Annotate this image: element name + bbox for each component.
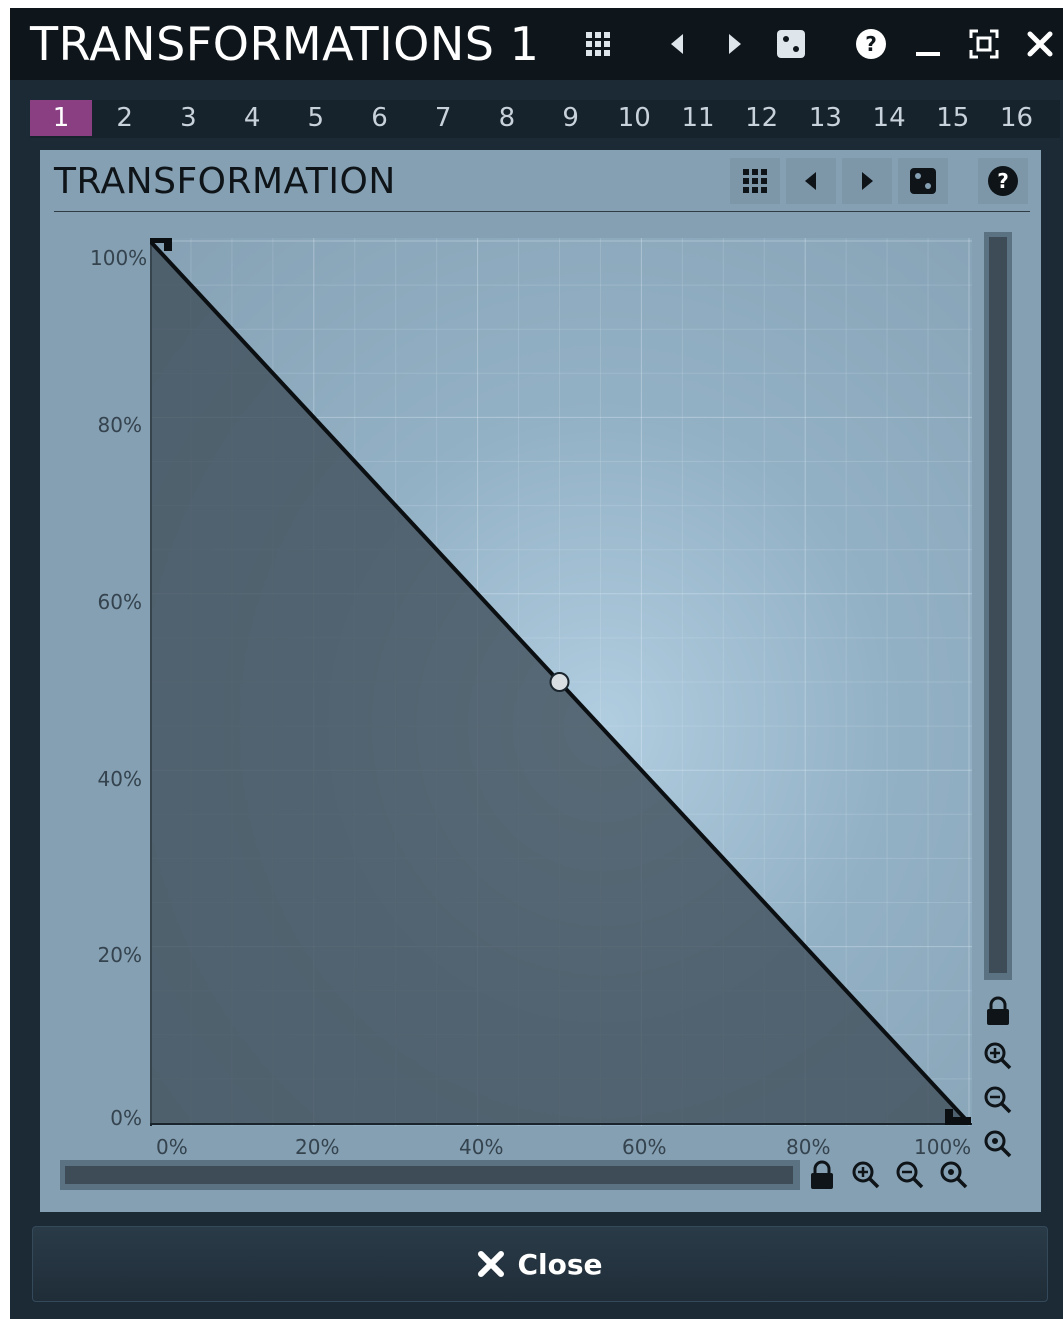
tab-8[interactable]: 8 xyxy=(476,100,538,136)
svg-text:?: ? xyxy=(997,169,1009,193)
vertical-zoom-scrollbar[interactable] xyxy=(984,232,1012,980)
tab-7[interactable]: 7 xyxy=(412,100,474,136)
tab-2[interactable]: 2 xyxy=(94,100,156,136)
vertical-zoom-reset-icon[interactable] xyxy=(981,1127,1015,1161)
y-tick-label: 60% xyxy=(97,590,142,614)
transform-graph[interactable] xyxy=(150,238,972,1126)
vertical-zoom-out-icon[interactable] xyxy=(981,1083,1015,1117)
minimize-icon[interactable] xyxy=(912,28,944,60)
close-x-icon xyxy=(478,1251,505,1277)
x-tick-label: 40% xyxy=(459,1135,504,1159)
panel-divider xyxy=(54,211,1030,212)
y-tick-label: 40% xyxy=(97,767,142,791)
y-tick-label: 80% xyxy=(97,413,142,437)
tab-3[interactable]: 3 xyxy=(157,100,219,136)
horizontal-scroll-thumb[interactable] xyxy=(65,1166,793,1184)
prev-icon[interactable] xyxy=(662,28,694,60)
x-tick-label: 0% xyxy=(156,1135,188,1159)
svg-text:?: ? xyxy=(865,32,877,56)
x-tick-label: 80% xyxy=(786,1135,831,1159)
tab-11[interactable]: 11 xyxy=(667,100,729,136)
tab-16[interactable]: 16 xyxy=(986,100,1048,136)
maximize-icon[interactable] xyxy=(968,28,1000,60)
transformation-panel: TRANSFORMATION ? 100% 80% 60% 40% 20% 0%… xyxy=(40,150,1041,1212)
close-button[interactable]: Close xyxy=(32,1226,1048,1302)
next-icon[interactable] xyxy=(718,28,750,60)
x-tick-label: 60% xyxy=(622,1135,667,1159)
help-icon[interactable]: ? xyxy=(855,28,887,60)
grid-icon[interactable] xyxy=(582,28,614,60)
vertical-lock-icon[interactable] xyxy=(981,994,1015,1028)
panel-help-icon[interactable]: ? xyxy=(978,158,1028,204)
horizontal-zoom-scrollbar[interactable] xyxy=(60,1160,800,1190)
start-point-handle-tab xyxy=(164,238,172,251)
transformations-window: TRANSFORMATIONS 1 ? 1 2 3 4 5 6 7 8 9 10… xyxy=(10,8,1063,1319)
tab-13[interactable]: 13 xyxy=(794,100,856,136)
tab-bar: 1 2 3 4 5 6 7 8 9 10 11 12 13 14 15 16 xyxy=(30,100,1060,138)
tab-1[interactable]: 1 xyxy=(30,100,92,136)
tab-6[interactable]: 6 xyxy=(349,100,411,136)
close-icon[interactable] xyxy=(1024,28,1056,60)
tab-15[interactable]: 15 xyxy=(922,100,984,136)
tab-9[interactable]: 9 xyxy=(540,100,602,136)
tab-10[interactable]: 10 xyxy=(603,100,665,136)
horizontal-zoom-reset-icon[interactable] xyxy=(937,1158,971,1192)
y-tick-label: 0% xyxy=(110,1106,142,1130)
vertical-scroll-thumb[interactable] xyxy=(989,237,1007,973)
curve-control-point[interactable] xyxy=(549,672,570,692)
random-icon[interactable] xyxy=(775,28,807,60)
panel-title: TRANSFORMATION xyxy=(54,161,396,202)
tab-5[interactable]: 5 xyxy=(285,100,347,136)
tab-4[interactable]: 4 xyxy=(221,100,283,136)
horizontal-zoom-out-icon[interactable] xyxy=(893,1158,927,1192)
panel-prev-icon[interactable] xyxy=(786,158,836,204)
panel-grid-icon[interactable] xyxy=(730,158,780,204)
tab-12[interactable]: 12 xyxy=(731,100,793,136)
panel-random-icon[interactable] xyxy=(898,158,948,204)
y-tick-label: 100% xyxy=(90,246,148,270)
horizontal-lock-icon[interactable] xyxy=(805,1158,839,1192)
title-bar: TRANSFORMATIONS 1 ? xyxy=(10,8,1063,80)
graph-canvas[interactable] xyxy=(150,238,972,1126)
end-point-handle-tab xyxy=(945,1109,953,1123)
close-button-label: Close xyxy=(517,1247,603,1281)
x-tick-label: 20% xyxy=(295,1135,340,1159)
y-tick-label: 20% xyxy=(97,943,142,967)
horizontal-zoom-in-icon[interactable] xyxy=(849,1158,883,1192)
panel-next-icon[interactable] xyxy=(842,158,892,204)
window-title: TRANSFORMATIONS 1 xyxy=(30,17,540,71)
tab-14[interactable]: 14 xyxy=(858,100,920,136)
x-tick-label: 100% xyxy=(914,1135,972,1159)
vertical-zoom-in-icon[interactable] xyxy=(981,1039,1015,1073)
